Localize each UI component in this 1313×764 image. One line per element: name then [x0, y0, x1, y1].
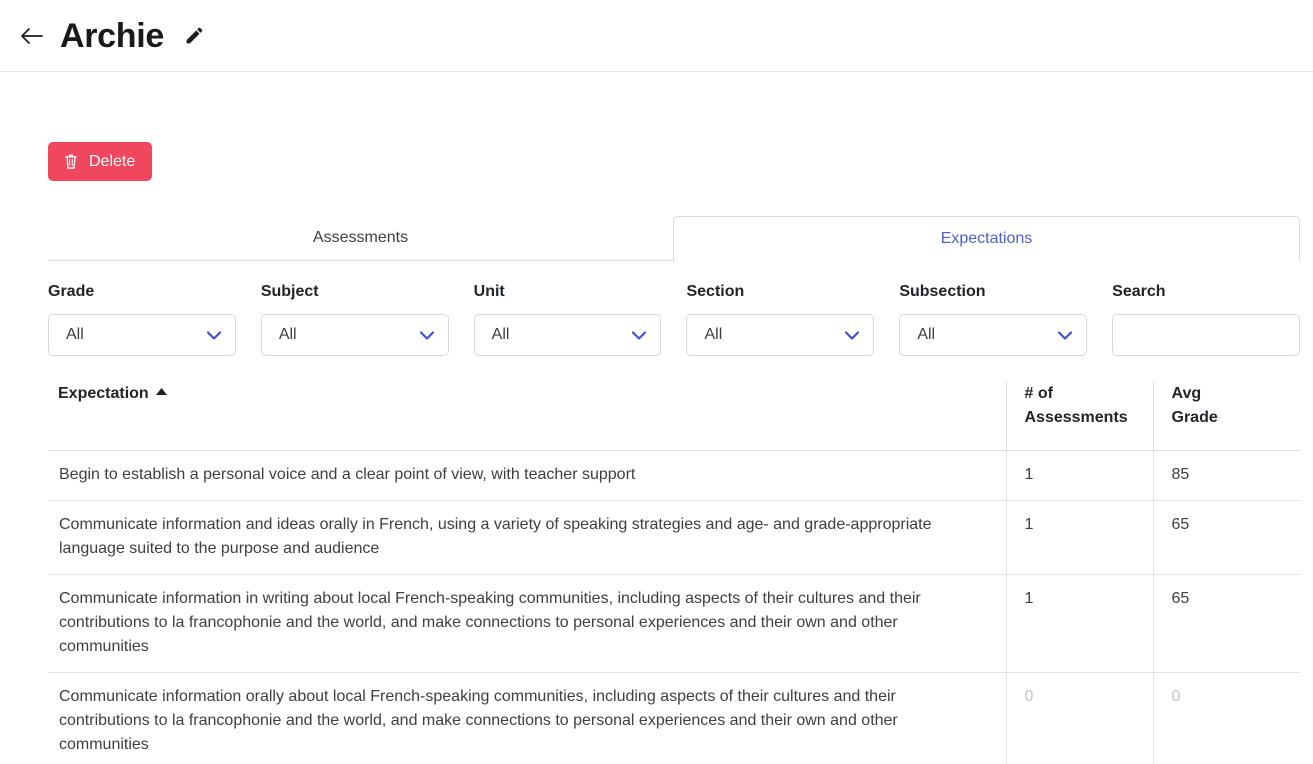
filter-bar: Grade All Subject All Unit All Section A…: [48, 283, 1300, 356]
filter-subject-label: Subject: [260, 283, 319, 300]
table-header: Expectation # of Assessments Avg Grade: [48, 382, 1300, 451]
main-content: Delete Assessments Expectations Grade Al…: [0, 72, 1313, 764]
cell-avg-grade: 0: [1152, 672, 1300, 764]
cell-avg-grade: 65: [1152, 574, 1300, 673]
search-input[interactable]: [1112, 314, 1300, 356]
filter-section-label: Section: [686, 283, 745, 300]
page-title: Archie: [60, 16, 165, 55]
filter-grade: Grade All: [48, 283, 236, 356]
subject-select-value: All: [278, 326, 297, 343]
caret-up-icon: [155, 385, 167, 395]
chevron-down-icon: [419, 330, 434, 340]
cell-avg-grade: 65: [1152, 500, 1300, 575]
filter-section: Section All: [686, 283, 875, 356]
table-header-row: Expectation # of Assessments Avg Grade: [48, 382, 1300, 451]
section-select[interactable]: All: [686, 314, 875, 356]
column-header-expectation-label: Expectation: [58, 385, 149, 402]
column-header-expectation[interactable]: Expectation: [48, 382, 1006, 451]
column-header-avg-grade[interactable]: Avg Grade: [1152, 382, 1300, 451]
tab-bar: Assessments Expectations: [48, 216, 1300, 262]
tab-expectations[interactable]: Expectations: [673, 216, 1300, 262]
table-row[interactable]: Communicate information in writing about…: [48, 574, 1300, 673]
column-header-count-line1: # of: [1024, 385, 1053, 402]
chevron-down-icon: [1058, 330, 1073, 340]
tab-assessments[interactable]: Assessments: [48, 216, 673, 261]
expectations-table: Expectation # of Assessments Avg Grade B…: [48, 382, 1300, 764]
cell-assessment-count: 1: [1005, 450, 1153, 501]
cell-expectation: Communicate information orally about loc…: [48, 672, 1006, 764]
filter-unit: Unit All: [473, 283, 662, 356]
unit-select-value: All: [491, 326, 510, 343]
subsection-select[interactable]: All: [899, 314, 1088, 356]
grade-select[interactable]: All: [48, 314, 236, 356]
trash-icon: [63, 153, 79, 170]
cell-assessment-count: 1: [1005, 500, 1153, 575]
unit-select[interactable]: All: [473, 314, 662, 356]
column-header-assessment-count[interactable]: # of Assessments: [1005, 382, 1153, 451]
section-select-value: All: [704, 326, 723, 343]
toolbar: Delete: [48, 72, 1300, 181]
cell-expectation: Begin to establish a personal voice and …: [48, 450, 1006, 501]
chevron-down-icon: [632, 330, 647, 340]
tab-assessments-label: Assessments: [312, 229, 409, 246]
cell-avg-grade: 85: [1152, 450, 1300, 501]
table-row[interactable]: Begin to establish a personal voice and …: [48, 450, 1300, 501]
column-header-avg-line1: Avg: [1171, 385, 1202, 402]
cell-expectation: Communicate information and ideas orally…: [48, 500, 1006, 575]
subsection-select-value: All: [917, 326, 936, 343]
filter-subsection: Subsection All: [899, 283, 1088, 356]
tab-expectations-label: Expectations: [940, 230, 1033, 247]
filter-grade-label: Grade: [48, 283, 95, 300]
cell-assessment-count: 0: [1005, 672, 1153, 764]
filter-subject: Subject All: [260, 283, 449, 356]
column-header-avg-line2: Grade: [1171, 409, 1218, 426]
chevron-down-icon: [845, 330, 860, 340]
app-header: Archie: [0, 0, 1313, 72]
table-row[interactable]: Communicate information orally about loc…: [48, 672, 1300, 764]
chevron-down-icon: [206, 330, 221, 340]
subject-select[interactable]: All: [260, 314, 449, 356]
filter-search: Search: [1112, 283, 1300, 356]
filter-subsection-label: Subsection: [899, 283, 986, 300]
pencil-icon[interactable]: [182, 24, 206, 48]
cell-assessment-count: 1: [1005, 574, 1153, 673]
delete-button[interactable]: Delete: [48, 142, 153, 181]
filter-unit-label: Unit: [473, 283, 505, 300]
table-row[interactable]: Communicate information and ideas orally…: [48, 500, 1300, 575]
grade-select-value: All: [66, 326, 84, 343]
table-body: Begin to establish a personal voice and …: [48, 450, 1300, 764]
filter-search-label: Search: [1112, 283, 1166, 300]
arrow-left-icon[interactable]: [18, 22, 46, 50]
delete-button-label: Delete: [89, 152, 136, 170]
column-header-count-line2: Assessments: [1024, 409, 1128, 426]
cell-expectation: Communicate information in writing about…: [48, 574, 1006, 673]
